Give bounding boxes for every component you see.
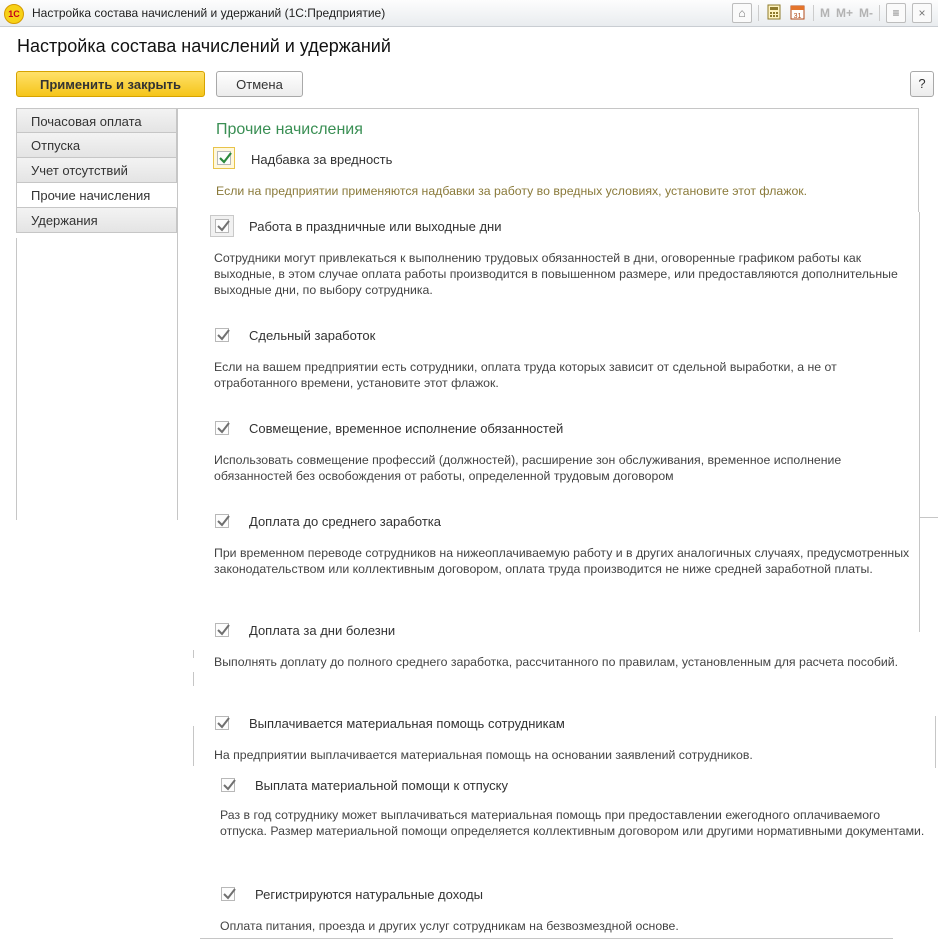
holiday-work-label: Работа в праздничные или выходные дни — [249, 219, 502, 234]
in-kind-income-checkbox[interactable] — [221, 887, 236, 901]
memory-plus-button[interactable]: M+ — [836, 6, 853, 20]
combination-duties-description: Использовать совмещение профессий (должн… — [214, 453, 842, 483]
hazard-bonus-description: Если на предприятии применяются надбавки… — [216, 184, 808, 198]
combination-duties-checkbox[interactable] — [215, 421, 230, 435]
sick-days-supplement-label: Доплата за дни болезни — [249, 623, 396, 638]
cancel-button[interactable]: Отмена — [216, 71, 303, 97]
section-title: Прочие начисления — [216, 121, 363, 138]
panel-border — [177, 108, 919, 109]
toolbar-separator — [812, 5, 814, 21]
financial-aid-checkbox[interactable] — [215, 716, 230, 730]
panel-border-fragment — [193, 726, 194, 766]
settings-tabs: Почасовая оплата Отпуска Учет отсутствий… — [16, 108, 177, 233]
window-title: Настройка состава начислений и удержаний… — [32, 6, 386, 20]
financial-aid-label: Выплачивается материальная помощь сотруд… — [249, 716, 565, 731]
app-logo-icon: 1С — [4, 4, 24, 24]
holiday-work-description: Сотрудники могут привлекаться к выполнен… — [214, 251, 898, 297]
in-kind-income-description: Оплата питания, проезда и других услуг с… — [220, 919, 679, 933]
average-earnings-supplement-checkbox[interactable] — [215, 514, 230, 528]
hazard-bonus-label: Надбавка за вредность — [251, 152, 393, 167]
average-earnings-supplement-label: Доплата до среднего заработка — [249, 514, 441, 529]
tab-hourly-pay[interactable]: Почасовая оплата — [16, 108, 177, 133]
combination-duties-label: Совмещение, временное исполнение обязанн… — [249, 421, 564, 436]
panel-border — [200, 938, 893, 939]
toolbar-separator — [879, 5, 880, 21]
vacation-aid-label: Выплата материальной помощи к отпуску — [255, 778, 508, 793]
vacation-aid-description: Раз в год сотруднику может выплачиваться… — [220, 808, 925, 838]
help-button[interactable]: ? — [910, 71, 934, 97]
form-title: Настройка состава начислений и удержаний — [17, 36, 391, 56]
tab-other-accruals[interactable]: Прочие начисления — [16, 183, 177, 208]
panel-border — [16, 238, 17, 520]
titlebar-tools: ⌂ 31 M M+ M- ≡ × — [731, 3, 932, 23]
in-kind-income-label: Регистрируются натуральные доходы — [255, 887, 483, 902]
window-titlebar: 1С Настройка состава начислений и удержа… — [0, 0, 938, 27]
tab-vacations[interactable]: Отпуска — [16, 133, 177, 158]
piecework-label: Сдельный заработок — [249, 328, 376, 343]
home-icon[interactable]: ⌂ — [731, 3, 752, 23]
tab-absence-tracking[interactable]: Учет отсутствий — [16, 158, 177, 183]
financial-aid-description: На предприятии выплачивается материальна… — [214, 748, 753, 762]
toolbar-separator — [757, 5, 759, 21]
panel-border-fragment — [193, 672, 194, 686]
average-earnings-supplement-description: При временном переводе сотрудников на ни… — [214, 546, 910, 576]
panel-border-fragment — [935, 716, 936, 768]
calendar-icon[interactable]: 31 — [789, 4, 807, 22]
panel-border — [918, 108, 919, 212]
sick-days-supplement-description: Выполнять доплату до полного среднего за… — [214, 655, 899, 669]
panel-border — [177, 108, 178, 520]
panel-border — [919, 212, 920, 632]
close-icon[interactable]: × — [912, 3, 932, 23]
vacation-aid-checkbox[interactable] — [221, 778, 236, 792]
tab-deductions[interactable]: Удержания — [16, 208, 177, 233]
menu-icon[interactable]: ≡ — [886, 3, 906, 23]
memory-minus-button[interactable]: M- — [859, 6, 873, 20]
sick-days-supplement-checkbox[interactable] — [215, 623, 230, 637]
panel-border-fragment — [920, 517, 938, 518]
calculator-icon[interactable] — [765, 4, 783, 22]
memory-button[interactable]: M — [820, 6, 830, 20]
piecework-description: Если на вашем предприятии есть сотрудник… — [214, 360, 837, 390]
piecework-checkbox[interactable] — [215, 328, 230, 342]
holiday-work-checkbox[interactable] — [215, 219, 230, 233]
svg-text:31: 31 — [794, 13, 802, 20]
hazard-bonus-checkbox[interactable] — [217, 151, 232, 165]
apply-and-close-button[interactable]: Применить и закрыть — [16, 71, 205, 97]
panel-border-fragment — [193, 650, 194, 658]
